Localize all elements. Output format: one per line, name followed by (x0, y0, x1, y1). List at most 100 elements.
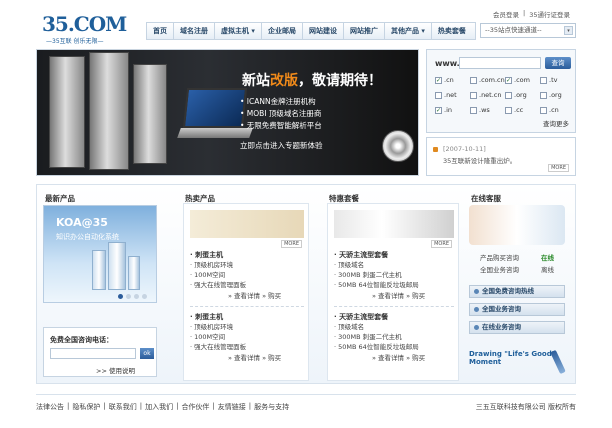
buy-link[interactable]: 购买 (268, 354, 281, 362)
tld-option[interactable]: .net.cn (470, 91, 505, 99)
banner-headline: 新站改版，敬请期待！ (242, 70, 382, 90)
hotline-phone-input[interactable] (50, 348, 136, 359)
buy-link[interactable]: 购买 (412, 292, 425, 300)
checkbox-icon[interactable] (470, 76, 477, 84)
nav-website-build[interactable]: 网站建设 (303, 22, 344, 40)
free-hotline-button[interactable]: 全国免费咨询热线 (469, 285, 565, 298)
nav-website-promo[interactable]: 网站推广 (344, 22, 385, 40)
news-date: [2007-10-11] (443, 145, 486, 153)
nav-hot-packages[interactable]: 热卖套餐 (432, 22, 472, 40)
checkbox-checked-icon[interactable]: ✓ (435, 106, 442, 114)
tld-label: .tv (549, 76, 558, 84)
tld-option[interactable]: .tv (540, 76, 575, 84)
headline-post: ，敬请期待！ (298, 73, 382, 89)
checkbox-icon[interactable] (540, 106, 547, 114)
footer-link-legal[interactable]: 法律公告 (36, 402, 64, 412)
footer-link-contact[interactable]: 联系我们 (109, 402, 137, 412)
business-consult-link[interactable]: 全国业务咨询 (480, 264, 519, 276)
carousel-dots (118, 294, 147, 299)
banner-cta[interactable]: 立即点击进入专题新体验 (240, 140, 323, 151)
online-consult-button[interactable]: 在线业务咨询 (469, 321, 565, 334)
view-detail-link[interactable]: 查看详情 (378, 354, 404, 362)
buy-link[interactable]: 购买 (268, 292, 281, 300)
banner-bullet: • ICANN金牌注册机构 (240, 97, 316, 106)
product-title[interactable]: · 刺蛋主机 (190, 250, 308, 260)
logo[interactable]: 35.COM —35互联 创乐无限— (42, 12, 142, 45)
tld-option[interactable]: .com.cn (470, 76, 505, 84)
checkbox-icon[interactable] (505, 91, 512, 99)
footer-sep: | (103, 402, 106, 410)
hotline-ok-button[interactable]: ok (140, 348, 154, 359)
checkbox-icon[interactable] (540, 91, 547, 99)
tld-option[interactable]: .cc (505, 106, 540, 114)
footer-link-friends[interactable]: 友情链接 (218, 402, 246, 412)
carousel-dot[interactable] (126, 294, 131, 299)
carousel-dot[interactable] (134, 294, 139, 299)
nav-other-products[interactable]: 其他产品 ▾ (385, 22, 432, 40)
nav-enterprise-mail[interactable]: 企业邮局 (262, 22, 303, 40)
checkbox-icon[interactable] (470, 106, 477, 114)
checkbox-icon[interactable] (470, 91, 477, 99)
divider (334, 306, 454, 307)
carousel-dot[interactable] (142, 294, 147, 299)
more-query-link[interactable]: 查询更多 (543, 118, 569, 128)
member-login-link[interactable]: 会员登录 (493, 9, 519, 19)
news-more-button[interactable]: MORE (548, 164, 569, 172)
www-prefix: www. (435, 59, 460, 68)
checkbox-checked-icon[interactable]: ✓ (435, 76, 442, 84)
tld-label: .org (514, 91, 527, 99)
view-detail-link[interactable]: 查看详情 (234, 354, 260, 362)
nav-home[interactable]: 首页 (147, 22, 174, 40)
special-more-button[interactable]: MORE (431, 240, 452, 248)
tld-option[interactable]: .cn (540, 106, 575, 114)
koa-promo[interactable]: KOA@35 知识办公自动化系统 (43, 205, 157, 303)
product-feature: · 100M空间 (190, 271, 226, 279)
checkbox-icon[interactable] (505, 106, 512, 114)
hot-product-item: · 刺蛋主机 · 顶级机房环境 · 100M空间 · 强大在线管理面板 » 查看… (190, 250, 308, 301)
package-title[interactable]: · 天骄主流型套餐 (334, 250, 452, 260)
checkbox-icon[interactable] (435, 91, 442, 99)
domain-search-box: www. 查询 ✓ .cn .com.cn ✓ .com .tv .net .net… (426, 49, 576, 133)
domain-search-button[interactable]: 查询 (545, 57, 571, 69)
tld-option[interactable]: .org (505, 91, 540, 99)
footer-link-partners[interactable]: 合作伙伴 (181, 402, 209, 412)
domain-input[interactable] (459, 57, 541, 69)
lg-drawing-ad[interactable]: Drawing "Life's Good" Moment (469, 349, 569, 376)
online-service-title: 在线客服 (471, 194, 501, 203)
checkbox-icon[interactable] (540, 76, 547, 84)
hot-products-panel: MORE · 刺蛋主机 · 顶级机房环境 · 100M空间 · 强大在线管理面板… (183, 203, 309, 381)
carousel-dot[interactable] (118, 294, 123, 299)
buy-link[interactable]: 购买 (412, 354, 425, 362)
quick-channel-select[interactable]: --35站点快速通道-- ▾ (480, 23, 576, 38)
tld-option[interactable]: ✓ .com (505, 76, 540, 84)
footer-link-join[interactable]: 加入我们 (145, 402, 173, 412)
usage-help-link[interactable]: >> 使用说明 (96, 365, 135, 375)
view-detail-link[interactable]: 查看详情 (378, 292, 404, 300)
pre-sales-link[interactable]: 产品购买咨询 (480, 252, 519, 264)
view-detail-link[interactable]: 查看详情 (234, 292, 260, 300)
business-consult-button[interactable]: 全国业务咨询 (469, 303, 565, 316)
tld-option[interactable]: .ws (470, 106, 505, 114)
product-title[interactable]: · 刺蛋主机 (190, 312, 308, 322)
footer-link-privacy[interactable]: 隐私保护 (72, 402, 100, 412)
package-feature: · 顶级域名 (334, 323, 365, 331)
tld-option[interactable]: .net (435, 91, 470, 99)
hot-products-more-button[interactable]: MORE (281, 240, 302, 248)
tld-option[interactable]: ✓ .in (435, 106, 470, 114)
tld-label: .cn (444, 76, 454, 84)
logo-text: 35.COM (42, 12, 127, 36)
divider (190, 306, 304, 307)
footer-link-support[interactable]: 服务与支持 (254, 402, 289, 412)
package-title[interactable]: · 天骄主流型套餐 (334, 312, 452, 322)
koa-subtitle: 知识办公自动化系统 (56, 233, 119, 241)
news-headline-link[interactable]: 35互联新设计隆重出炉。 (443, 155, 516, 165)
tld-option[interactable]: .org (540, 91, 575, 99)
checkbox-checked-icon[interactable]: ✓ (505, 76, 512, 84)
free-hotline-title: 免费全国咨询电话： (50, 336, 113, 344)
passport-login-link[interactable]: 35通行证登录 (529, 9, 570, 19)
nav-virtual-host[interactable]: 虚拟主机 ▾ (215, 22, 262, 40)
free-hotline-box: 免费全国咨询电话： ok >> 使用说明 (43, 327, 157, 377)
promo-banner[interactable]: 新站改版，敬请期待！ • ICANN金牌注册机构 • MOBI 顶级域名注册商 … (36, 49, 419, 176)
tld-option[interactable]: ✓ .cn (435, 76, 470, 84)
nav-domain-register[interactable]: 域名注册 (174, 22, 215, 40)
